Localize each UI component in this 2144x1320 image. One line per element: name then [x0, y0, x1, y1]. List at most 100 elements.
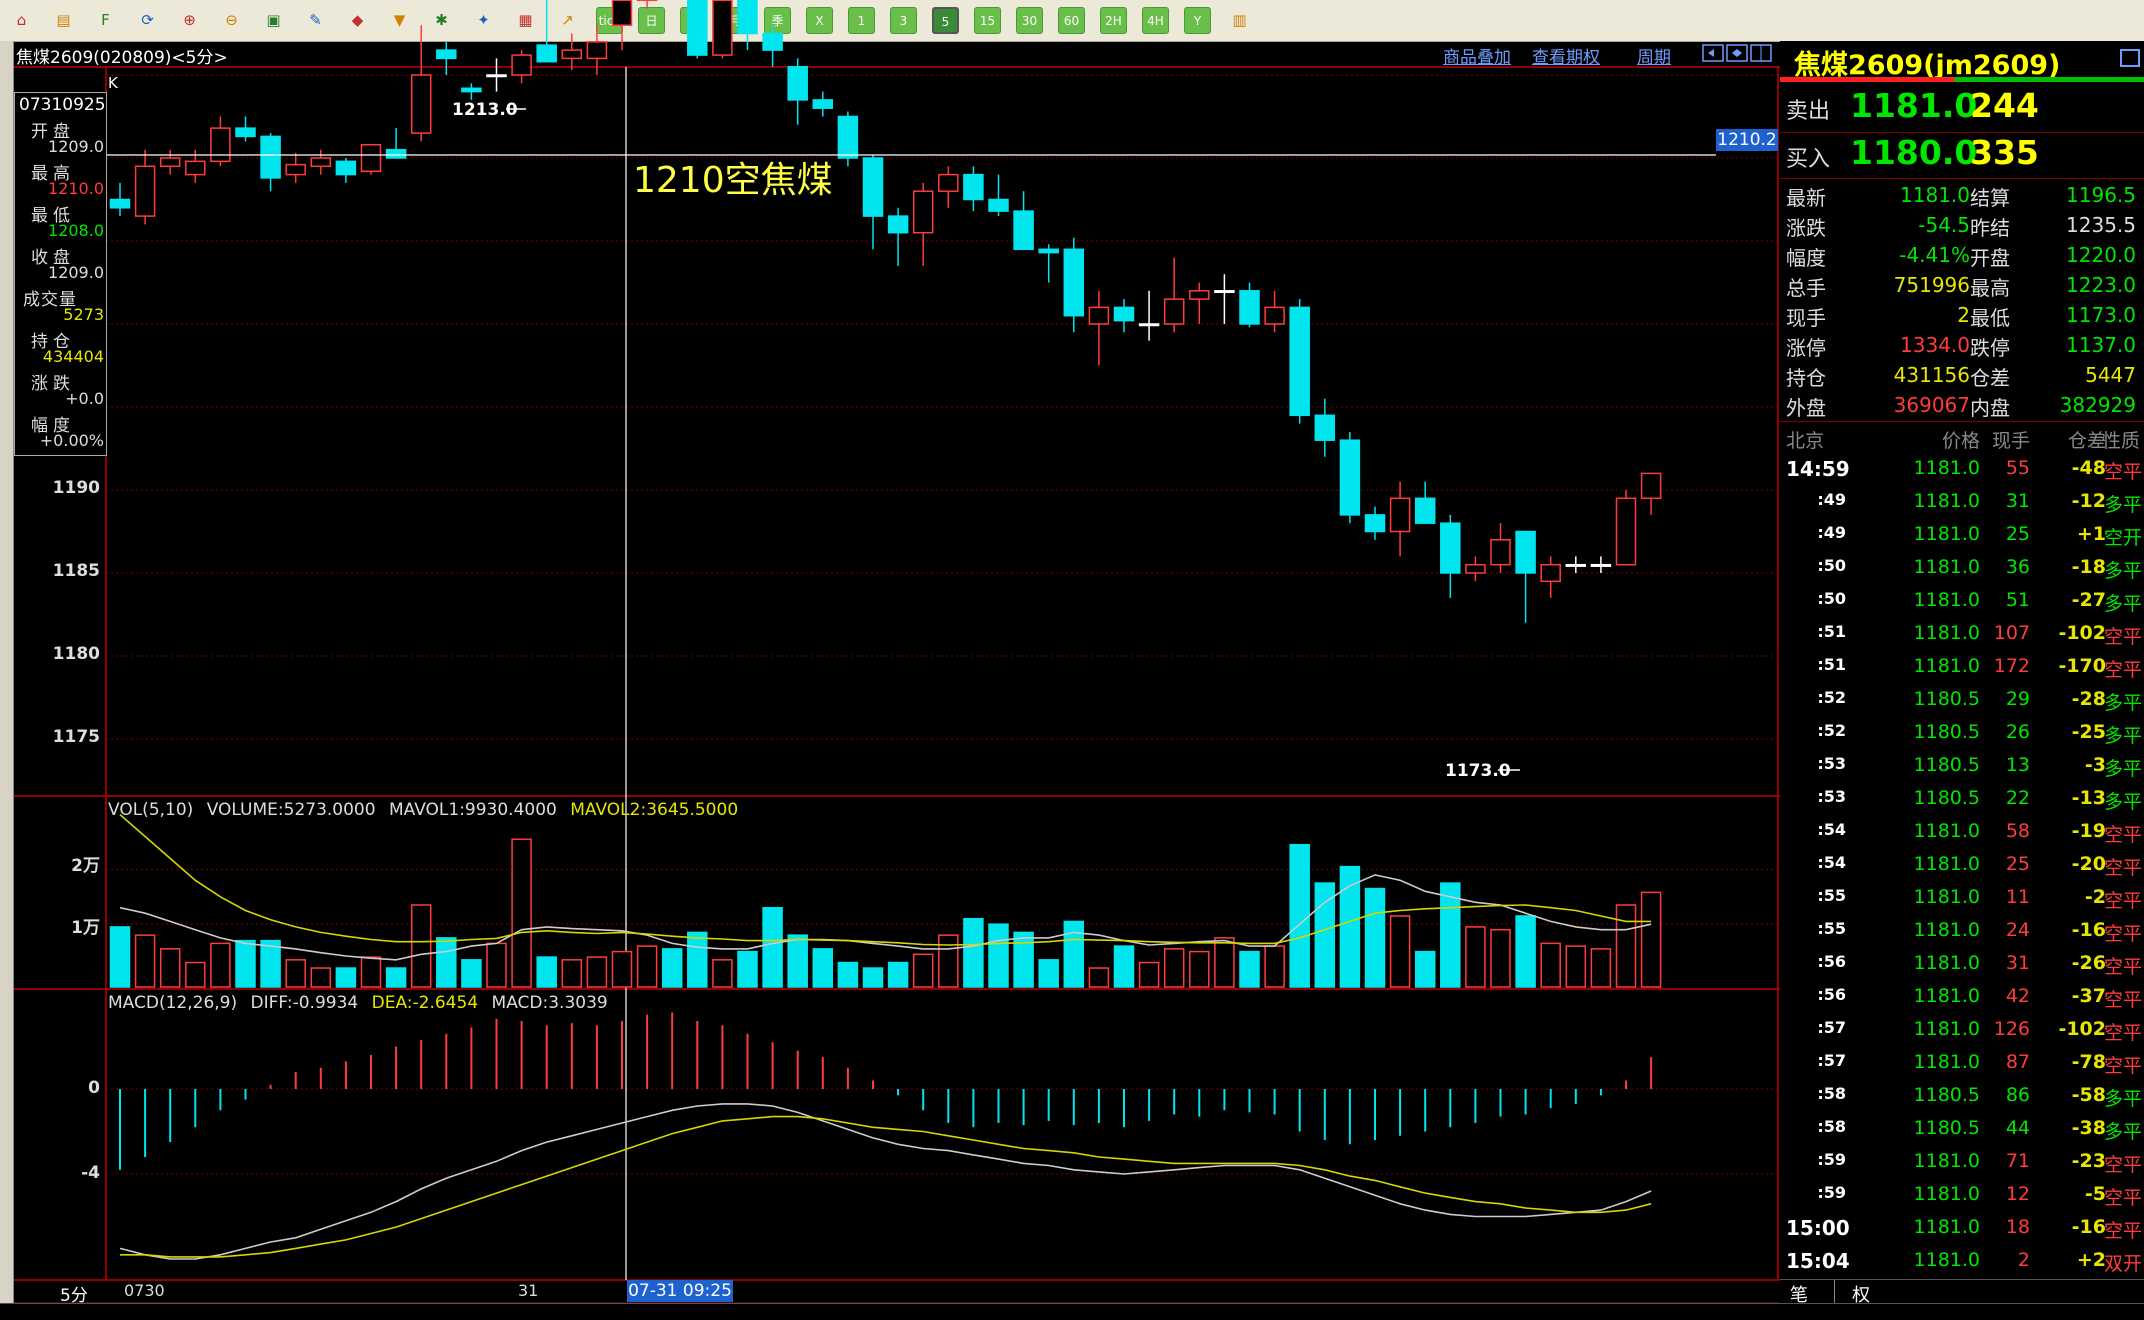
volume-bar: [1290, 845, 1309, 987]
tick-time: :55: [1804, 886, 1846, 905]
tick-oi-change: -16: [2020, 1216, 2106, 1238]
candle: [412, 25, 431, 141]
tick-time: :54: [1804, 820, 1846, 839]
tick-nature: 多平: [2100, 787, 2142, 814]
ticks-divider: [1780, 421, 2144, 422]
volume-bar: [1566, 946, 1585, 987]
candle-body: [1290, 307, 1309, 415]
tick-time: :53: [1804, 787, 1846, 806]
volume-bar: [1014, 932, 1033, 987]
candle-body: [1115, 307, 1134, 320]
sell-volume: 244: [1970, 86, 2039, 125]
candle: [537, 0, 556, 62]
tick-oi-change: -25: [2020, 721, 2106, 743]
candle-body: [236, 128, 255, 136]
tick-time: :56: [1804, 985, 1846, 1004]
mavol1-line: [120, 875, 1651, 960]
candle-body: [1416, 498, 1435, 523]
candle-body: [186, 161, 205, 174]
candle-body: [261, 136, 280, 178]
chart-annotation-text[interactable]: 1210空焦煤: [633, 151, 833, 203]
candle-body: [1617, 498, 1636, 564]
status-bar: [0, 1303, 2144, 1320]
volume-bar: [161, 949, 180, 987]
quote-label: 涨跌: [1786, 212, 1826, 241]
candle: [1642, 473, 1661, 515]
quote-value: 369067: [1870, 393, 1970, 417]
mavol1-value: MAVOL1:9930.4000: [389, 800, 557, 820]
candle: [336, 158, 355, 183]
volume-bar: [111, 927, 130, 987]
tick-nature: 空平: [2100, 886, 2142, 913]
tick-time: :49: [1804, 523, 1846, 542]
kline-chart-area[interactable]: [0, 0, 1780, 1303]
candle: [236, 117, 255, 142]
candle-body: [713, 0, 732, 55]
x-label-0730: 0730: [124, 1281, 165, 1300]
candle: [939, 166, 958, 208]
quote-value: 382929: [2030, 393, 2136, 417]
volume-bar: [286, 960, 305, 987]
candle-body: [1190, 291, 1209, 299]
volume-tick-2w: 2万: [14, 851, 100, 876]
tick-volume: 29: [1950, 688, 2030, 710]
tick-oi-change: -38: [2020, 1117, 2106, 1139]
macd-value: MACD:3.3039: [492, 993, 608, 1013]
candle-body: [1566, 565, 1585, 567]
volume-bar: [1617, 905, 1636, 987]
candle-body: [211, 128, 230, 161]
quote-label: 总手: [1786, 272, 1826, 301]
quote-label: 仓差: [1970, 362, 2010, 391]
candle: [1491, 523, 1510, 573]
candle-body: [1315, 415, 1334, 440]
tick-nature: 空平: [2100, 457, 2142, 484]
volume-bar: [1140, 963, 1159, 987]
volume-bar: [1541, 943, 1560, 987]
volume-bar: [788, 935, 807, 987]
volume-bar: [512, 839, 531, 987]
candle-body: [613, 0, 632, 25]
volume-bar: [1064, 921, 1083, 987]
tick-time: 15:00: [1786, 1216, 1846, 1240]
volume-bar: [1089, 968, 1108, 987]
candle: [1391, 482, 1410, 557]
candle: [1591, 556, 1610, 573]
volume-bar: [989, 924, 1008, 987]
volume-bar: [412, 905, 431, 987]
volume-bar: [136, 935, 155, 987]
mavol2-value: MAVOL2:3645.5000: [570, 800, 738, 820]
tick-oi-change: -16: [2020, 919, 2106, 941]
volume-bar: [1491, 930, 1510, 987]
candle-body: [387, 150, 406, 158]
tick-oi-change: -5: [2020, 1183, 2106, 1205]
tick-time: :54: [1804, 853, 1846, 872]
quote-value: 1173.0: [2030, 303, 2136, 327]
info-change-value: +0.0: [65, 389, 104, 408]
quote-label: 跌停: [1970, 332, 2010, 361]
panel-restore-icon[interactable]: [2120, 49, 2140, 67]
candle: [813, 92, 832, 117]
candle-body: [412, 75, 431, 133]
tick-nature: 空平: [2100, 1051, 2142, 1078]
tick-time: :52: [1804, 688, 1846, 707]
tick-nature: 双开: [2100, 1249, 2142, 1276]
tick-volume: 86: [1950, 1084, 2030, 1106]
tick-time: :52: [1804, 721, 1846, 740]
candle: [1215, 274, 1234, 324]
candle-body: [1215, 291, 1234, 293]
candle: [487, 58, 506, 91]
tick-nature: 多平: [2100, 1117, 2142, 1144]
candle: [437, 42, 456, 75]
info-high-value: 1210.0: [48, 179, 104, 198]
candle-body: [462, 88, 481, 91]
volume-bar: [939, 935, 958, 987]
candle: [1165, 258, 1184, 333]
volume-bar: [914, 954, 933, 987]
candle-body: [437, 50, 456, 58]
candle: [387, 128, 406, 158]
volume-bar: [889, 963, 908, 987]
macd-diff-line: [120, 1104, 1651, 1259]
candle-body: [688, 0, 707, 55]
candle: [362, 145, 381, 175]
candle: [1039, 244, 1058, 282]
